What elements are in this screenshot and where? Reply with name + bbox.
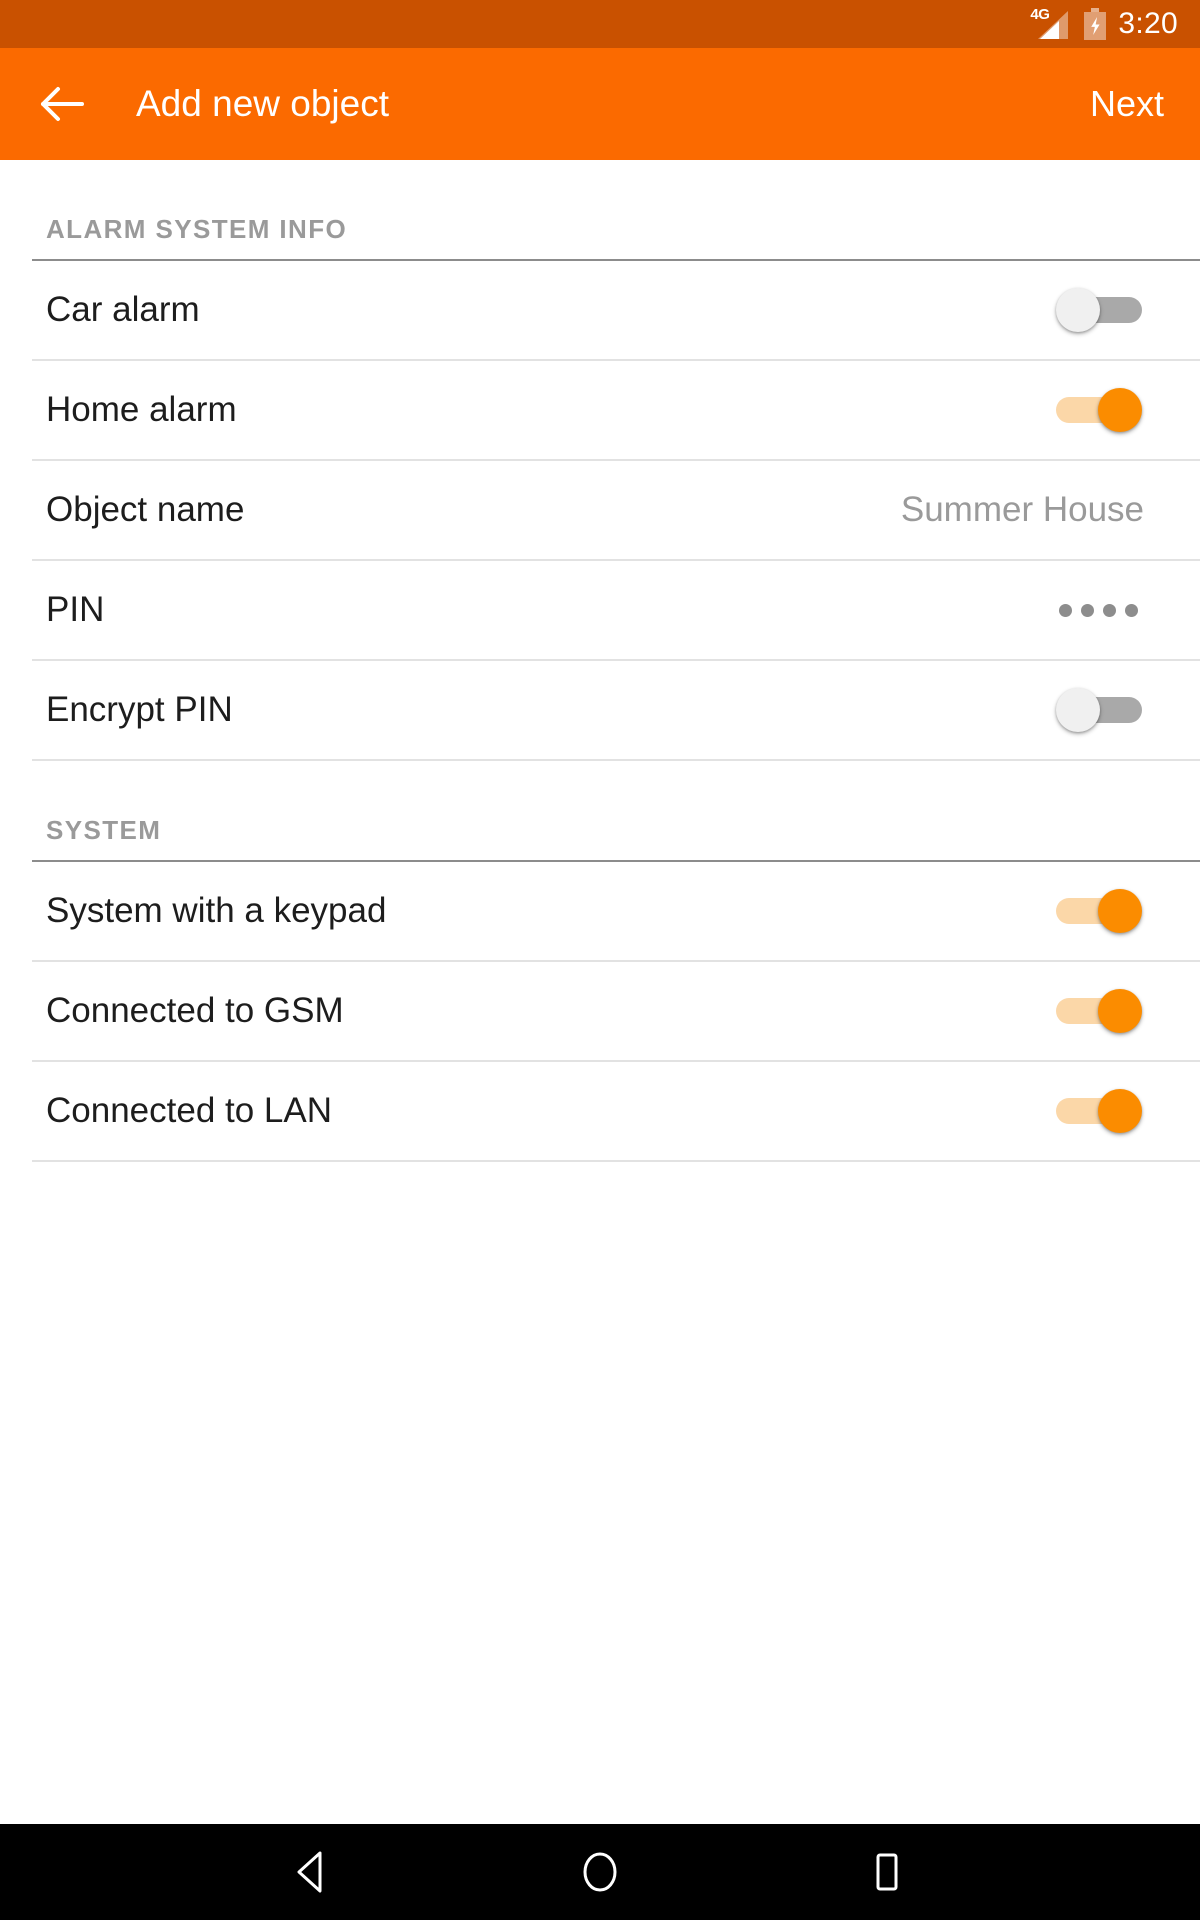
signal-bars-icon: 4G — [1030, 6, 1072, 39]
pin-masked-value[interactable] — [1059, 603, 1166, 617]
row-system-with-a-keypad[interactable]: System with a keypad — [0, 862, 1200, 960]
toggle-connected-to-lan[interactable] — [1056, 1087, 1142, 1135]
toggle-car-alarm[interactable] — [1056, 286, 1142, 334]
object-name-value[interactable]: Summer House — [901, 490, 1166, 530]
row-connected-to-gsm[interactable]: Connected to GSM — [0, 962, 1200, 1060]
page-title: Add new object — [136, 83, 390, 124]
section-header-alarm-system-info: ALARM SYSTEM INFO — [46, 214, 348, 244]
settings-list: ALARM SYSTEM INFO Car alarm Home alarm O… — [0, 160, 1200, 1824]
row-object-name[interactable]: Object name Summer House — [0, 461, 1200, 559]
status-bar-icons: 4G 3:20 — [1030, 6, 1178, 41]
nav-home-circle-icon[interactable] — [565, 1837, 635, 1907]
status-bar: 4G 3:20 — [0, 0, 1200, 48]
row-label: System with a keypad — [46, 891, 387, 930]
row-divider — [32, 1160, 1200, 1162]
app-bar: Add new object Next — [0, 48, 1200, 160]
status-bar-clock: 3:20 — [1118, 7, 1178, 40]
row-encrypt-pin[interactable]: Encrypt PIN — [0, 661, 1200, 759]
toggle-home-alarm[interactable] — [1056, 386, 1142, 434]
row-label: Object name — [46, 490, 245, 529]
next-button[interactable]: Next — [1084, 75, 1170, 133]
toggle-encrypt-pin[interactable] — [1056, 686, 1142, 734]
row-label: Car alarm — [46, 290, 200, 329]
back-arrow-icon[interactable] — [34, 76, 90, 132]
row-label: Encrypt PIN — [46, 690, 233, 729]
row-pin[interactable]: PIN — [0, 561, 1200, 659]
network-type-label: 4G — [1030, 6, 1050, 23]
toggle-connected-to-gsm[interactable] — [1056, 987, 1142, 1035]
row-label: PIN — [46, 590, 105, 629]
battery-charging-icon — [1084, 8, 1107, 40]
toggle-system-with-a-keypad[interactable] — [1056, 887, 1142, 935]
row-home-alarm[interactable]: Home alarm — [0, 361, 1200, 459]
row-car-alarm[interactable]: Car alarm — [0, 261, 1200, 359]
nav-recents-square-icon[interactable] — [852, 1837, 922, 1907]
android-navigation-bar — [0, 1824, 1200, 1920]
section-header-system: SYSTEM — [46, 815, 162, 845]
row-label: Connected to GSM — [46, 991, 344, 1030]
nav-back-triangle-icon[interactable] — [278, 1837, 348, 1907]
row-connected-to-lan[interactable]: Connected to LAN — [0, 1062, 1200, 1160]
phone-screen: 4G 3:20 Add new object Next ALARM SYSTEM… — [0, 0, 1200, 1920]
row-label: Home alarm — [46, 390, 237, 429]
row-label: Connected to LAN — [46, 1091, 333, 1130]
